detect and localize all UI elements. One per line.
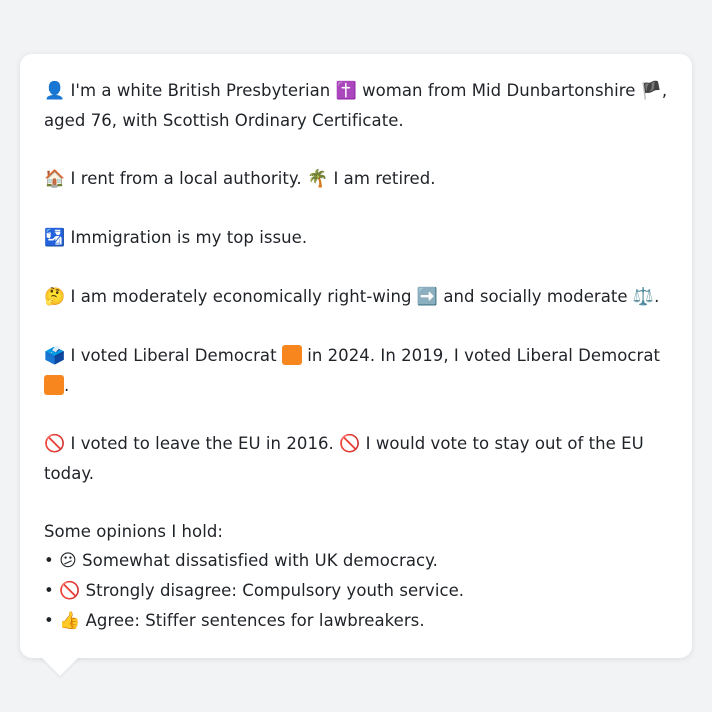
- politics-text-3: .: [654, 287, 660, 306]
- message-bubble: 👤 I'm a white British Presbyterian ✝️ wo…: [20, 54, 692, 658]
- opinion-item: • 👍 Agree: Stiffer sentences for lawbrea…: [44, 606, 668, 636]
- thumbs-up-icon: 👍: [59, 611, 81, 631]
- eu-text-1: I voted to leave the EU in 2016.: [65, 434, 340, 453]
- palm-tree-icon: 🌴: [306, 169, 329, 189]
- scotland-flag-icon: 🏴: [640, 81, 662, 101]
- prohibited-icon: 🚫: [339, 434, 361, 454]
- housing-line: 🏠 I rent from a local authority. 🌴 I am …: [44, 164, 668, 194]
- opinion-text: Agree: Stiffer sentences for lawbreakers…: [80, 611, 425, 630]
- thinking-face-icon: 🤔: [44, 287, 66, 307]
- housing-text-2: I am retired.: [328, 169, 436, 188]
- libdem-orange-square-icon: [44, 375, 64, 395]
- right-arrow-icon: ➡️: [416, 287, 439, 307]
- politics-text-2: and socially moderate: [438, 287, 633, 306]
- scales-icon: ⚖️: [632, 287, 655, 307]
- politics-text-1: I am moderately economically right-wing: [65, 287, 417, 306]
- prohibited-icon: 🚫: [44, 434, 66, 454]
- votes-line: 🗳️ I voted Liberal Democrat in 2024. In …: [44, 341, 668, 400]
- identity-text-1: I'm a white British Presbyterian: [65, 81, 336, 100]
- prohibited-icon: 🚫: [59, 581, 81, 601]
- opinion-item: • 😕 Somewhat dissatisfied with UK democr…: [44, 546, 668, 576]
- top-issue-text: Immigration is my top issue.: [65, 228, 308, 247]
- opinion-text: Strongly disagree: Compulsory youth serv…: [80, 581, 465, 600]
- bubble-tail: [40, 656, 80, 676]
- person-icon: 👤: [44, 81, 66, 101]
- politics-line: 🤔 I am moderately economically right-win…: [44, 282, 668, 312]
- votes-text-1: I voted Liberal Democrat: [65, 346, 282, 365]
- housing-text-1: I rent from a local authority.: [65, 169, 307, 188]
- ballot-box-icon: 🗳️: [44, 346, 66, 366]
- votes-text-2: in 2024. In 2019, I voted Liberal Democr…: [301, 346, 661, 365]
- identity-line: 👤 I'm a white British Presbyterian ✝️ wo…: [44, 76, 668, 135]
- house-icon: 🏠: [44, 169, 66, 189]
- opinions-heading: Some opinions I hold:: [44, 522, 223, 541]
- passport-control-icon: 🛂: [44, 228, 66, 248]
- votes-text-3: .: [64, 376, 70, 395]
- cross-icon: ✝️: [335, 81, 357, 101]
- bullet: •: [44, 581, 60, 600]
- identity-text-2: woman from Mid Dunbartonshire: [356, 81, 641, 100]
- opinions-block: Some opinions I hold: • 😕 Somewhat dissa…: [44, 517, 668, 636]
- confused-face-icon: 😕: [59, 551, 77, 571]
- eu-line: 🚫 I voted to leave the EU in 2016. 🚫 I w…: [44, 429, 668, 488]
- bullet: •: [44, 611, 60, 630]
- opinion-text: Somewhat dissatisfied with UK democracy.: [76, 551, 438, 570]
- opinion-item: • 🚫 Strongly disagree: Compulsory youth …: [44, 576, 668, 606]
- bullet: •: [44, 551, 60, 570]
- top-issue-line: 🛂 Immigration is my top issue.: [44, 223, 668, 253]
- libdem-orange-square-icon: [281, 345, 302, 365]
